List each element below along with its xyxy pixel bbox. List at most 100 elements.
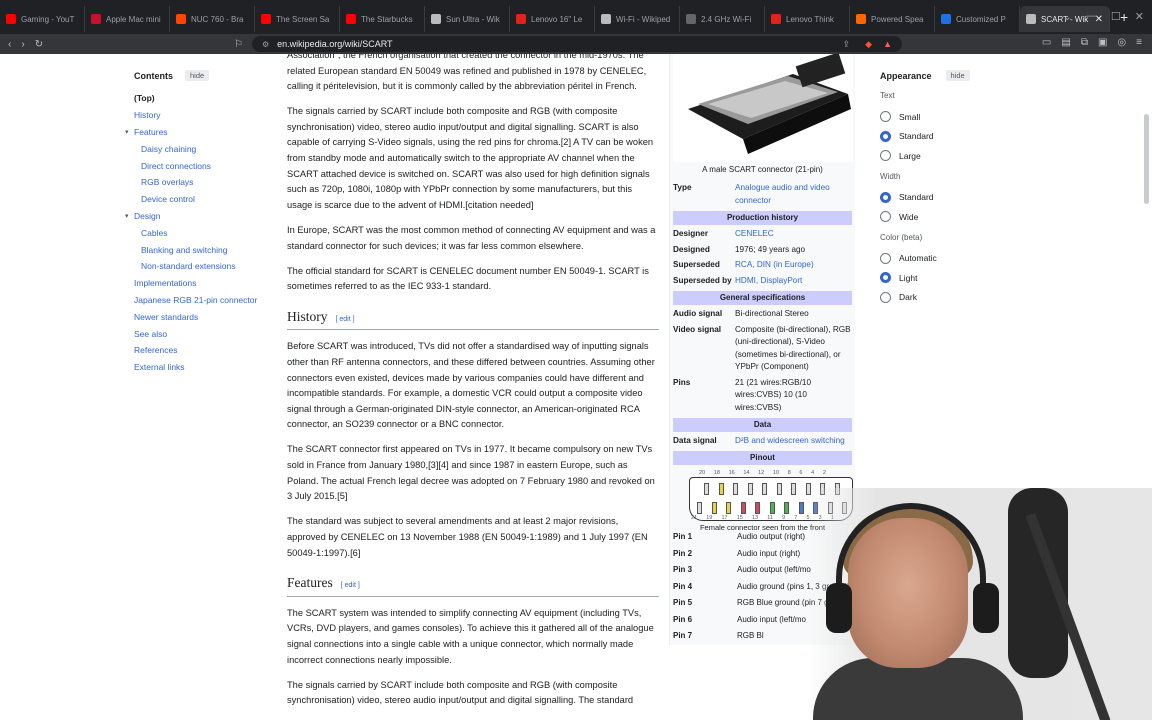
browser-tab[interactable]: The Starbucks [340, 6, 425, 32]
toc-item[interactable]: Daisy chaining [134, 140, 264, 157]
radio-label[interactable]: Light [899, 273, 917, 283]
radio-option[interactable]: Large [880, 146, 1030, 166]
toc-item-label[interactable]: Daisy chaining [141, 144, 196, 154]
toc-item[interactable]: ▾ Design [125, 208, 264, 225]
toc-item[interactable]: See also [134, 325, 264, 342]
toc-item-label[interactable]: Direct connections [141, 161, 211, 171]
minimize-icon[interactable]: — [1086, 10, 1097, 23]
toc-item-label[interactable]: (Top) [134, 93, 155, 103]
toc-item[interactable]: (Top) [134, 90, 264, 107]
toc-collapse-icon[interactable]: ▾ [125, 212, 129, 220]
window-close-icon[interactable]: ✕ [1135, 10, 1144, 23]
radio-label[interactable]: Dark [899, 292, 917, 302]
radio-label[interactable]: Wide [899, 212, 918, 222]
bookmark-icon[interactable]: ⚐ [234, 39, 243, 50]
toc-item-label[interactable]: Blanking and switching [141, 245, 227, 255]
browser-tab[interactable]: 2.4 GHz Wi-Fi [680, 6, 765, 32]
sidebar-icon[interactable]: ▭ [1042, 37, 1051, 48]
back-icon[interactable]: ‹ [8, 39, 11, 50]
menu-icon[interactable]: ≡ [1136, 37, 1142, 48]
toc-item-label[interactable]: Japanese RGB 21-pin connector [134, 295, 257, 305]
toc-item[interactable]: Cables [134, 224, 264, 241]
toc-item-label[interactable]: Non-standard extensions [141, 261, 236, 271]
browser-tab[interactable]: Apple Mac mini [85, 6, 170, 32]
edit-link[interactable]: [ edit ] [336, 312, 355, 328]
browser-tab[interactable]: Sun Ultra - Wik [425, 6, 510, 32]
radio-option[interactable]: Small [880, 107, 1030, 127]
toc-item[interactable]: External links [134, 359, 264, 376]
toc-item-label[interactable]: References [134, 345, 177, 355]
radio-button[interactable] [880, 111, 891, 123]
toc-item[interactable]: References [134, 342, 264, 359]
browser-tab[interactable]: NUC 760 - Bra [170, 6, 255, 32]
superseded-by-value[interactable]: HDMI, DisplayPort [735, 275, 852, 288]
browser-tab[interactable]: Customized P [935, 6, 1020, 32]
toc-item-label[interactable]: Cables [141, 228, 167, 238]
toc-item-label[interactable]: See also [134, 329, 167, 339]
radio-button[interactable] [880, 130, 891, 142]
page-scrollbar[interactable] [1144, 114, 1149, 204]
forward-icon[interactable]: › [21, 39, 24, 50]
appearance-hide-button[interactable]: hide [945, 70, 970, 81]
radio-label[interactable]: Automatic [899, 253, 937, 263]
toc-item[interactable]: Direct connections [134, 157, 264, 174]
data-signal-value[interactable]: D²B and widescreen switching [735, 435, 852, 448]
browser-tab[interactable]: The Screen Sa [255, 6, 340, 32]
radio-label[interactable]: Standard [899, 131, 934, 141]
vpn-icon[interactable]: ◎ [1117, 37, 1126, 48]
scart-connector-image[interactable] [673, 54, 853, 162]
share-icon[interactable]: ⇪ [842, 39, 850, 50]
radio-label[interactable]: Standard [899, 192, 934, 202]
address-bar[interactable]: ⚙ en.wikipedia.org/wiki/SCART ⇪ ◆ ▲ [252, 36, 902, 52]
browser-tab[interactable]: Powered Spea [850, 6, 935, 32]
toc-item-label[interactable]: History [134, 110, 160, 120]
toc-item-label[interactable]: Design [134, 211, 160, 221]
radio-option[interactable]: Wide [880, 207, 1030, 227]
reading-list-icon[interactable]: ▤ [1061, 37, 1070, 48]
toc-item[interactable]: Blanking and switching [134, 241, 264, 258]
toc-item[interactable]: RGB overlays [134, 174, 264, 191]
toc-item-label[interactable]: RGB overlays [141, 177, 193, 187]
toc-item-label[interactable]: Implementations [134, 278, 196, 288]
site-info-icon[interactable]: ⚙ [262, 40, 269, 49]
radio-option[interactable]: Dark [880, 288, 1030, 308]
toc-hide-button[interactable]: hide [185, 70, 210, 81]
toc-item-label[interactable]: Newer standards [134, 312, 198, 322]
toc-collapse-icon[interactable]: ▾ [125, 128, 129, 136]
radio-label[interactable]: Large [899, 151, 921, 161]
radio-button[interactable] [880, 291, 891, 303]
radio-option[interactable]: Standard [880, 127, 1030, 147]
radio-button[interactable] [880, 211, 891, 223]
radio-button[interactable] [880, 191, 891, 203]
designer-value[interactable]: CENELEC [735, 228, 852, 241]
browser-tab[interactable]: Lenovo 16" Le [510, 6, 595, 32]
radio-option[interactable]: Automatic [880, 249, 1030, 269]
extensions-icon[interactable]: ⧉ [1081, 37, 1088, 48]
maximize-icon[interactable]: ☐ [1111, 10, 1121, 23]
browser-tab[interactable]: Gaming - YouT [0, 6, 85, 32]
toc-item[interactable]: ▾ Features [125, 124, 264, 141]
toc-item[interactable]: Newer standards [134, 308, 264, 325]
browser-tab[interactable]: Lenovo Think [765, 6, 850, 32]
radio-button[interactable] [880, 150, 891, 162]
toc-item-label[interactable]: External links [134, 362, 185, 372]
rewards-icon[interactable]: ▲ [883, 39, 892, 49]
browser-tab[interactable]: Wi-Fi - Wikiped [595, 6, 680, 32]
edit-link-text[interactable]: edit [345, 582, 356, 589]
url-text[interactable]: en.wikipedia.org/wiki/SCART [277, 39, 392, 49]
toc-item[interactable]: Implementations [134, 275, 264, 292]
toc-item-label[interactable]: Device control [141, 194, 195, 204]
radio-option[interactable]: Light [880, 268, 1030, 288]
toc-item[interactable]: History [134, 107, 264, 124]
toc-item-label[interactable]: Features [134, 127, 168, 137]
superseded-value[interactable]: RCA, DIN (in Europe) [735, 259, 852, 272]
radio-button[interactable] [880, 272, 891, 284]
brave-shield-icon[interactable]: ◆ [865, 39, 872, 50]
wallet-icon[interactable]: ▣ [1098, 37, 1107, 48]
reload-icon[interactable]: ↻ [35, 39, 43, 50]
edit-link-text[interactable]: edit [339, 316, 350, 323]
toc-item[interactable]: Device control [134, 191, 264, 208]
radio-button[interactable] [880, 252, 891, 264]
type-value[interactable]: Analogue audio and video connector [735, 182, 852, 207]
toc-item[interactable]: Japanese RGB 21-pin connector [134, 292, 264, 309]
